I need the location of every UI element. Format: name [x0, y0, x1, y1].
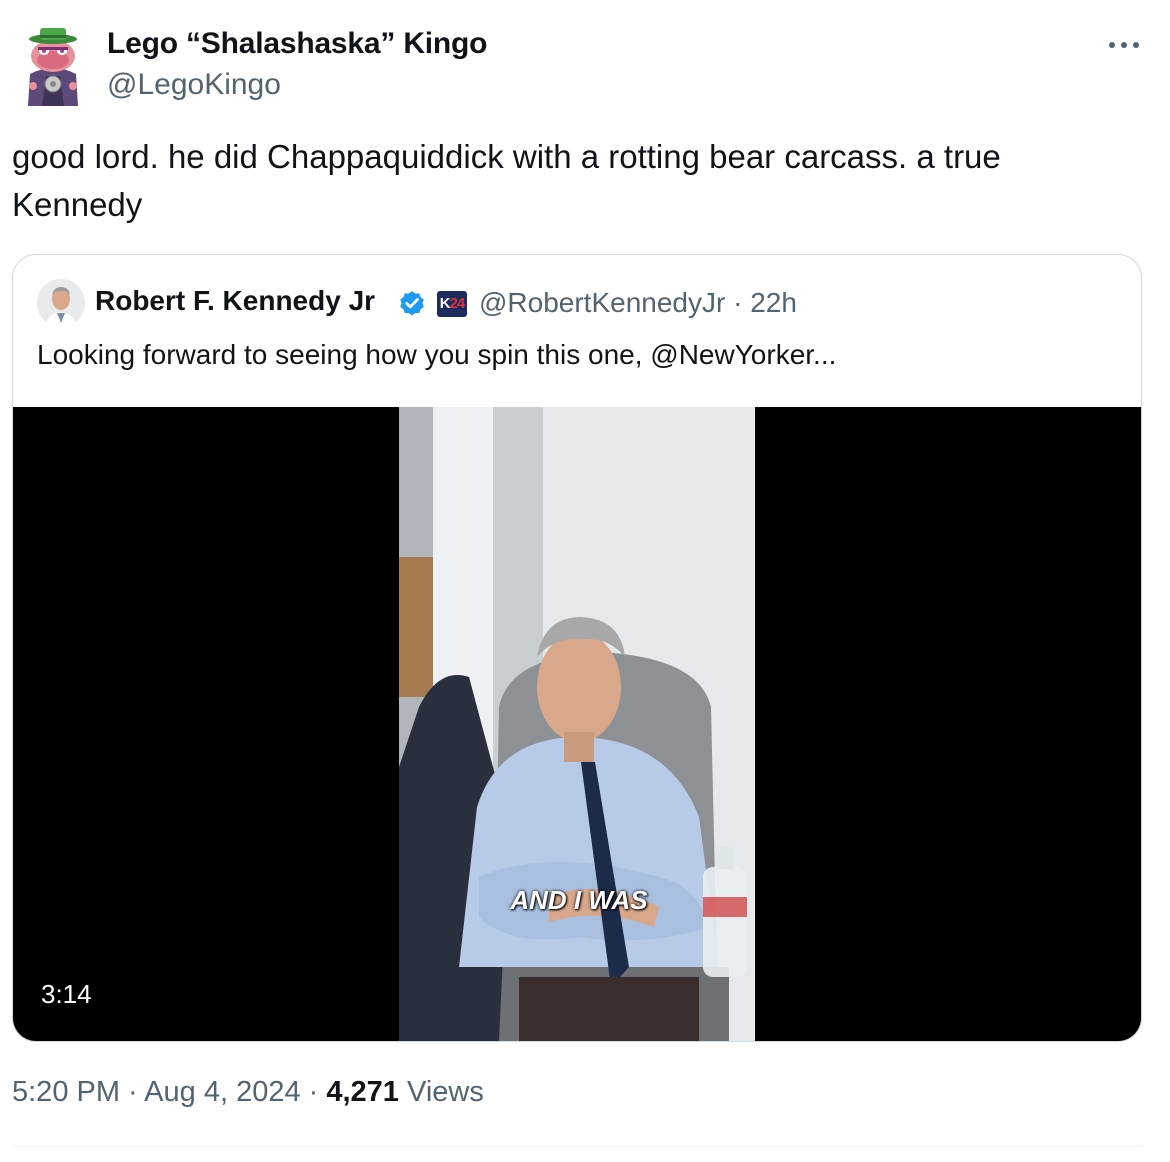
author-handle[interactable]: @LegoKingo	[107, 68, 281, 102]
author-display-name[interactable]: Lego “Shalashaska” Kingo	[107, 27, 487, 61]
video-thumbnail: AND I WAS	[399, 407, 755, 1041]
quoted-tweet-card[interactable]: Robert F. Kennedy Jr K24 @RobertKennedyJ…	[12, 254, 1142, 1042]
verified-badge-icon	[397, 288, 427, 318]
views-count: 4,271	[326, 1076, 399, 1108]
k24-affiliate-badge: K24	[437, 291, 467, 317]
quoted-tweet-text: Looking forward to seeing how you spin t…	[37, 339, 837, 370]
author-avatar[interactable]	[20, 22, 86, 106]
more-options-button[interactable]	[1104, 30, 1144, 60]
badge-k: K	[439, 295, 451, 312]
video-caption: AND I WAS	[510, 885, 648, 915]
tweet-meta: 5:20 PM · Aug 4, 2024 · 4,271 Views	[12, 1076, 484, 1109]
quoted-author-handle-time[interactable]: @RobertKennedyJr · 22h	[479, 287, 797, 319]
tweet-text: good lord. he did Chappaquiddick with a …	[12, 138, 1001, 223]
video-player[interactable]: AND I WAS 3:14	[13, 407, 1141, 1041]
tweet: Lego “Shalashaska” Kingo @LegoKingo good…	[0, 0, 1170, 1162]
quoted-author-avatar[interactable]	[37, 279, 85, 327]
views-label: Views	[398, 1076, 484, 1108]
video-duration: 3:14	[41, 979, 92, 1009]
divider	[12, 1146, 1142, 1147]
timestamp[interactable]: 5:20 PM · Aug 4, 2024 ·	[12, 1076, 326, 1108]
quoted-author-name[interactable]: Robert F. Kennedy Jr	[95, 285, 375, 317]
more-horizontal-icon	[1109, 42, 1139, 48]
badge-24: 24	[449, 295, 466, 312]
